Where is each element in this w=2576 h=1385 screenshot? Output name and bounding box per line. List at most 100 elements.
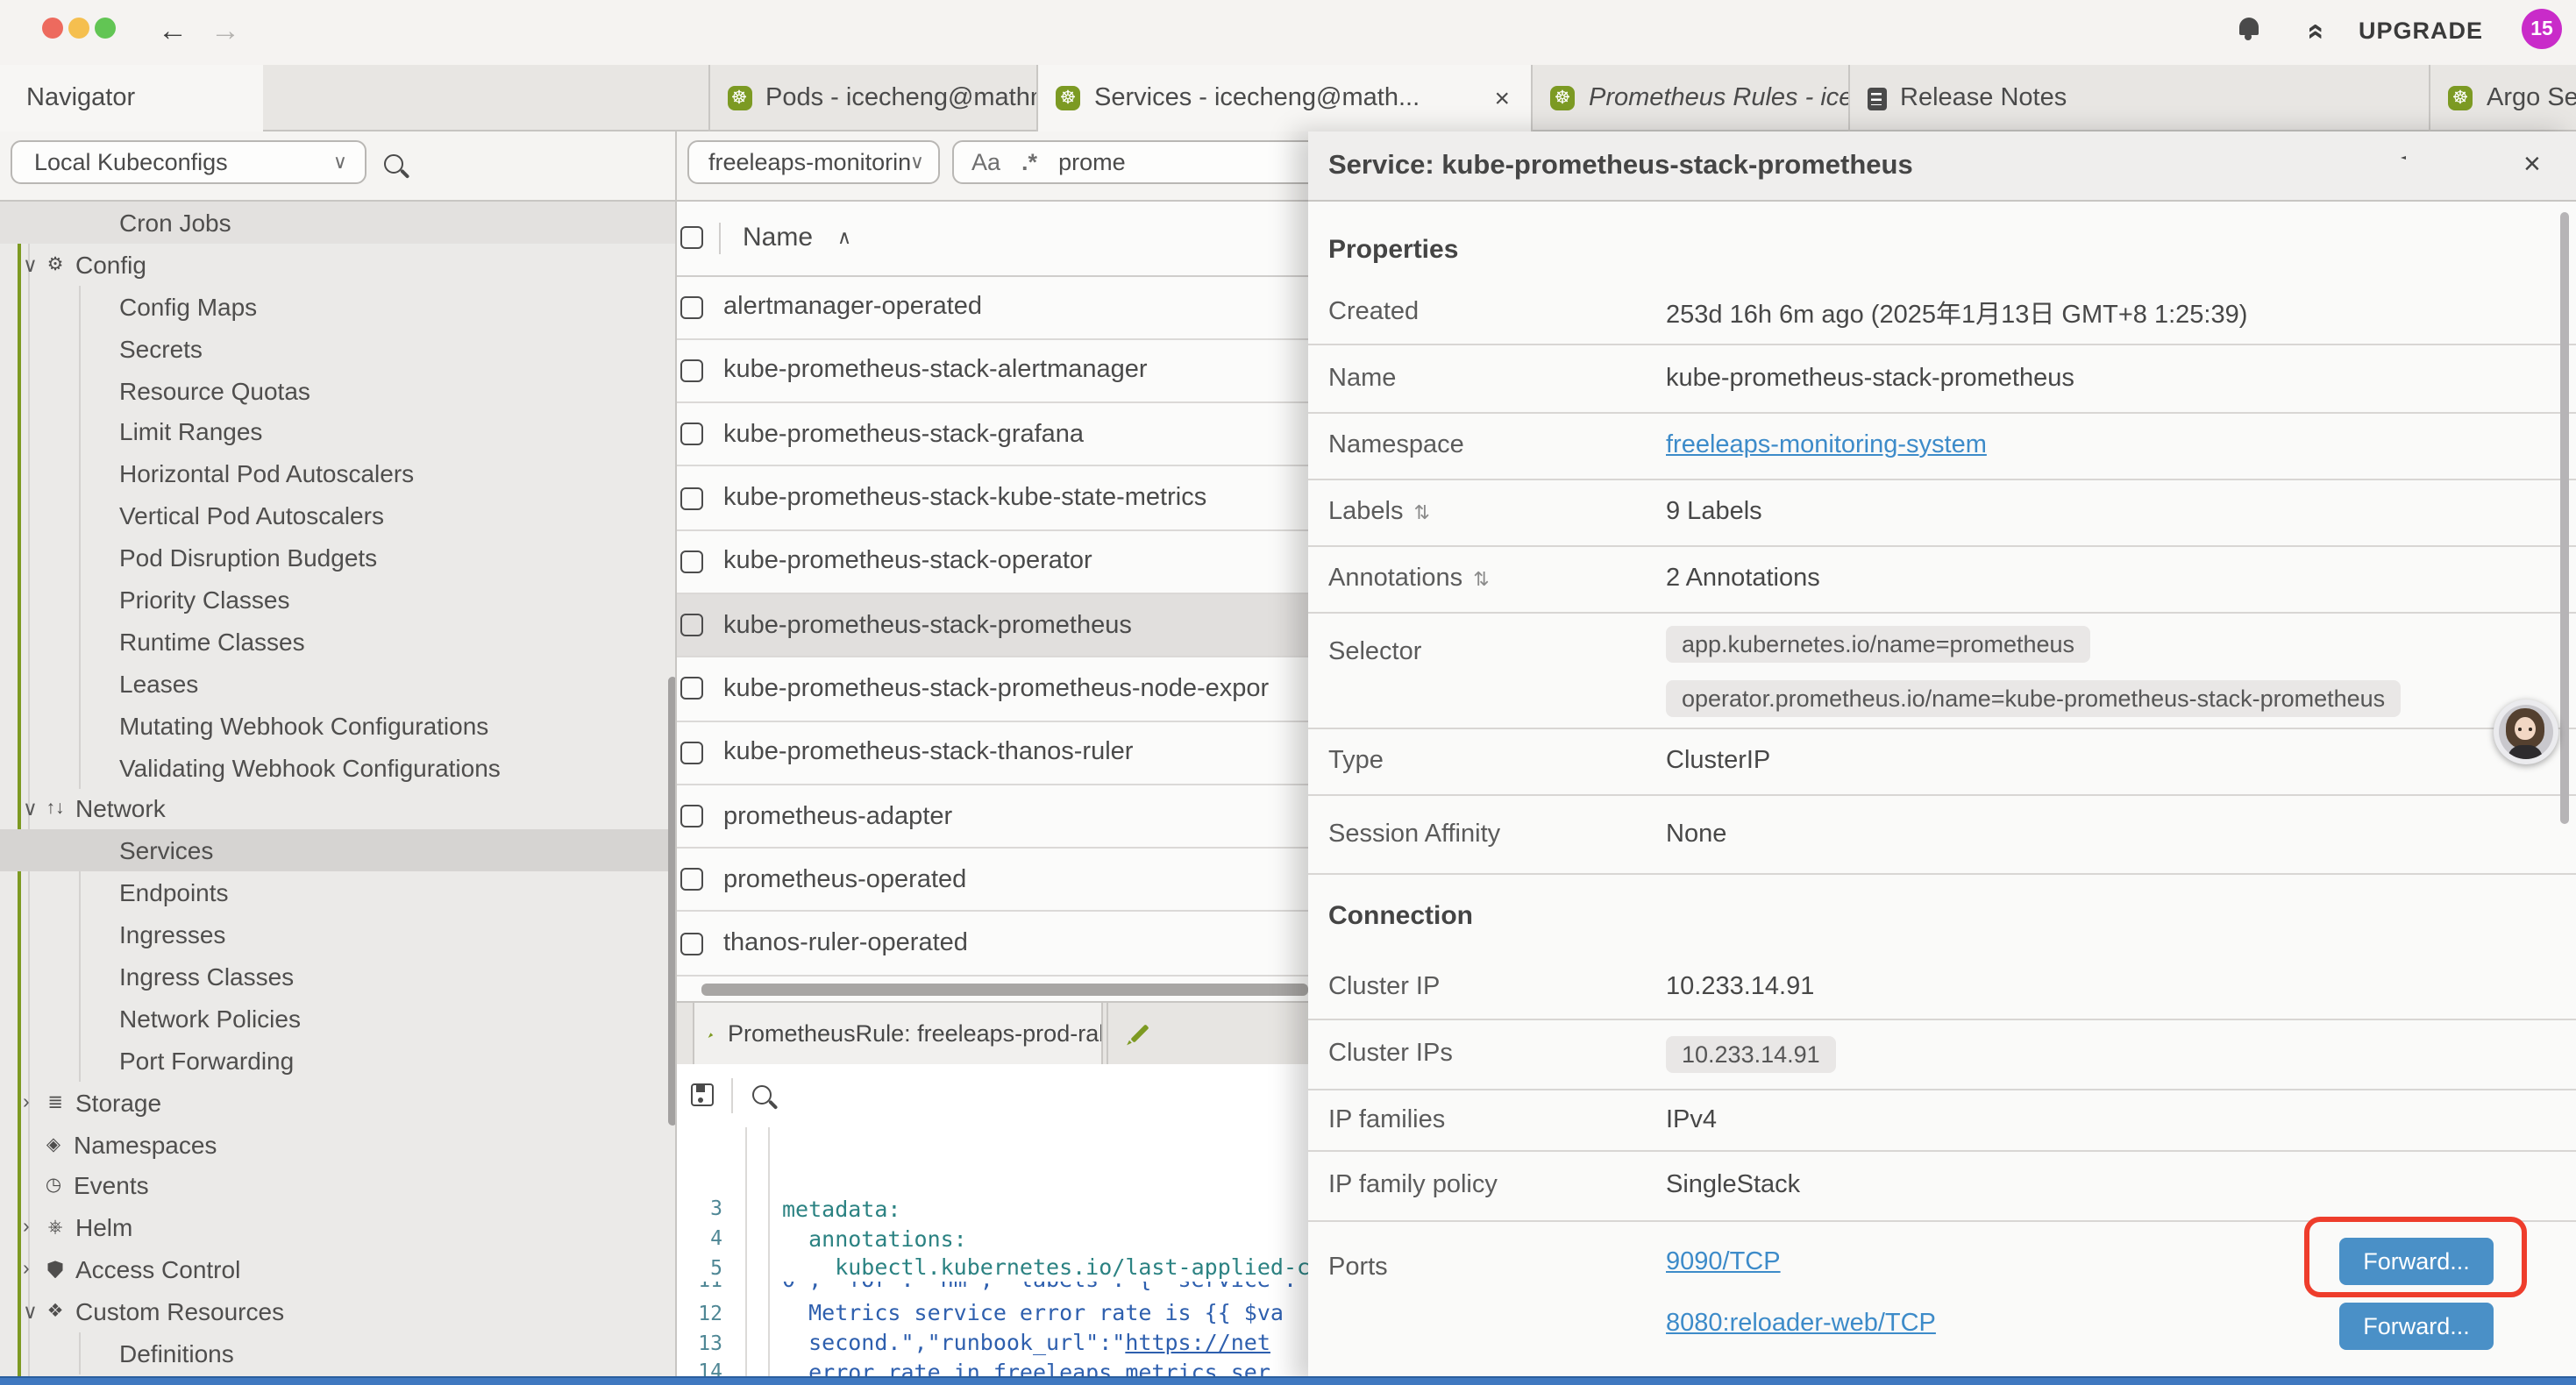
row-checkbox[interactable]: [680, 805, 702, 827]
notifications-bell-icon[interactable]: [2239, 18, 2259, 35]
sidebar-item[interactable]: Cron Jobs: [0, 202, 675, 244]
tab-argo[interactable]: ☸ Argo Se: [2429, 65, 2576, 131]
search-icon[interactable]: [384, 154, 403, 174]
upgrade-icon[interactable]: «: [2298, 24, 2333, 40]
tab-release-notes[interactable]: Release Notes: [1847, 65, 2429, 131]
sort-updown-icon[interactable]: ⇅: [1473, 567, 1489, 590]
back-icon[interactable]: ←: [158, 11, 188, 53]
sidebar-item[interactable]: Vertical Pod Autoscalers: [0, 494, 675, 536]
sidebar-item[interactable]: Services: [0, 830, 675, 872]
row-checkbox[interactable]: [680, 741, 702, 764]
row-checkbox[interactable]: [680, 614, 702, 636]
table-row[interactable]: kube-prometheus-stack-grafana: [677, 403, 1308, 467]
sidebar-item[interactable]: Secrets: [0, 327, 675, 369]
close-icon[interactable]: ×: [1494, 83, 1510, 113]
port-link[interactable]: 9090/TCP: [1666, 1248, 1781, 1276]
tab-navigator[interactable]: Navigator: [0, 65, 263, 131]
sidebar-item[interactable]: Ingresses: [0, 913, 675, 955]
sidebar-item[interactable]: Validating Webhook Configurations: [0, 746, 675, 788]
row-checkbox[interactable]: [680, 678, 702, 700]
sidebar-item[interactable]: Definitions: [0, 1332, 675, 1374]
chevron-icon[interactable]: ∨: [23, 797, 44, 821]
row-checkbox[interactable]: [680, 295, 702, 318]
notification-count-badge[interactable]: 15: [2522, 9, 2562, 49]
sidebar-item[interactable]: Ingress Classes: [0, 955, 675, 998]
regex-toggle[interactable]: .*: [1021, 149, 1037, 175]
sidebar-item[interactable]: Horizontal Pod Autoscalers: [0, 453, 675, 495]
navigator-scrollbar[interactable]: [668, 677, 677, 1126]
namespace-selector[interactable]: freeleaps-monitoring-system ∨: [687, 140, 940, 184]
chevron-icon[interactable]: ›: [23, 1091, 44, 1112]
yaml-editor[interactable]: 3 metadata: 4 annotations: 5 kubectl.kub…: [677, 1127, 1308, 1385]
table-row[interactable]: kube-prometheus-stack-operator: [677, 530, 1308, 594]
sidebar-item[interactable]: ◷ Events: [0, 1165, 675, 1207]
zoom-window-button[interactable]: [95, 18, 116, 39]
editor-tab-next[interactable]: [1107, 1003, 1308, 1065]
tab-services[interactable]: ☸ Services - icecheng@math... ×: [1036, 65, 1531, 131]
editor-line[interactable]: 12 Metrics service error rate is {{ $va: [677, 1298, 1308, 1327]
sidebar-item[interactable]: ∨ ↑↓ Network: [0, 788, 675, 830]
table-row[interactable]: kube-prometheus-stack-prometheus-node-ex…: [677, 658, 1308, 722]
chevron-icon[interactable]: ›: [23, 1259, 44, 1280]
sidebar-item[interactable]: Network Policies: [0, 998, 675, 1040]
editor-line[interactable]: 3 metadata:: [677, 1194, 1308, 1223]
forward-button[interactable]: Forward...: [2339, 1302, 2494, 1349]
sidebar-item[interactable]: Priority Classes: [0, 579, 675, 621]
sidebar-item[interactable]: Mutating Webhook Configurations: [0, 704, 675, 746]
annotations-count[interactable]: 2 Annotations: [1666, 565, 1820, 593]
sidebar-item[interactable]: › ⎈ Helm: [0, 1207, 675, 1249]
drawer-scrollbar[interactable]: [2559, 212, 2568, 824]
chevron-icon[interactable]: ∨: [23, 1299, 44, 1324]
table-row[interactable]: alertmanager-operated: [677, 276, 1308, 340]
sort-updown-icon[interactable]: ⇅: [1413, 501, 1429, 523]
avatar[interactable]: [2493, 700, 2558, 764]
close-window-button[interactable]: [42, 18, 63, 39]
row-checkbox[interactable]: [680, 550, 702, 573]
sidebar-item[interactable]: Runtime Classes: [0, 621, 675, 663]
row-checkbox[interactable]: [680, 869, 702, 891]
select-all-checkbox[interactable]: [680, 227, 702, 250]
sidebar-item[interactable]: ∨ ⚙ Config: [0, 244, 675, 286]
row-checkbox[interactable]: [680, 423, 702, 445]
labels-count[interactable]: 9 Labels: [1666, 498, 1762, 526]
table-row[interactable]: kube-prometheus-stack-prometheus: [677, 594, 1308, 658]
close-icon[interactable]: ×: [2523, 153, 2541, 177]
row-checkbox[interactable]: [680, 487, 702, 509]
table-row[interactable]: thanos-ruler-operated: [677, 913, 1308, 977]
row-checkbox[interactable]: [680, 359, 702, 382]
horizontal-scrollbar[interactable]: [701, 984, 1308, 995]
table-row[interactable]: kube-prometheus-stack-kube-state-metrics: [677, 467, 1308, 531]
row-checkbox[interactable]: [680, 932, 702, 955]
table-row[interactable]: prometheus-operated: [677, 849, 1308, 913]
sidebar-item[interactable]: Config Maps: [0, 286, 675, 328]
editor-line[interactable]: 11 0", "for": "nm", "labels": { "service…: [677, 1282, 1308, 1298]
editor-search-icon[interactable]: [752, 1086, 772, 1105]
sidebar-item[interactable]: Resource Quotas: [0, 369, 675, 411]
filter-input[interactable]: Aa .* prome: [952, 140, 1308, 184]
editor-line[interactable]: 5 kubectl.kubernetes.io/last-applied-co: [677, 1253, 1308, 1282]
chevron-icon[interactable]: ›: [23, 1218, 44, 1239]
tab-pods[interactable]: ☸ Pods - icecheng@mathmas...: [708, 65, 1036, 131]
save-icon[interactable]: [691, 1084, 714, 1107]
namespace-link[interactable]: freeleaps-monitoring-system: [1666, 431, 1987, 459]
sidebar-item[interactable]: Limit Ranges: [0, 411, 675, 453]
name-column-header[interactable]: Name: [743, 224, 813, 253]
editor-line[interactable]: 13 second.","runbook_url":" https://net: [677, 1328, 1308, 1357]
table-row[interactable]: kube-prometheus-stack-thanos-ruler: [677, 721, 1308, 785]
sidebar-item[interactable]: Port Forwarding: [0, 1040, 675, 1082]
kubeconfig-selector[interactable]: Local Kubeconfigs ∨: [10, 140, 366, 184]
sidebar-item[interactable]: › Access Control: [0, 1249, 675, 1291]
sidebar-item[interactable]: ◈ Namespaces: [0, 1123, 675, 1165]
sidebar-item[interactable]: ∨ ❖ Custom Resources: [0, 1290, 675, 1332]
sidebar-item[interactable]: Pod Disruption Budgets: [0, 536, 675, 579]
forward-icon[interactable]: →: [210, 11, 240, 53]
table-row[interactable]: kube-prometheus-stack-alertmanager: [677, 340, 1308, 404]
sort-asc-icon[interactable]: ∧: [837, 227, 851, 250]
tab-prometheus-rules[interactable]: ☸ Prometheus Rules - icecheng...: [1531, 65, 1847, 131]
sidebar-item[interactable]: › ≣ Storage: [0, 1081, 675, 1123]
editor-line[interactable]: 4 annotations:: [677, 1223, 1308, 1252]
port-link[interactable]: 8080:reloader-web/TCP: [1666, 1310, 1936, 1338]
sidebar-item[interactable]: Leases: [0, 663, 675, 705]
sidebar-item[interactable]: Endpoints: [0, 872, 675, 914]
table-row[interactable]: prometheus-adapter: [677, 785, 1308, 849]
